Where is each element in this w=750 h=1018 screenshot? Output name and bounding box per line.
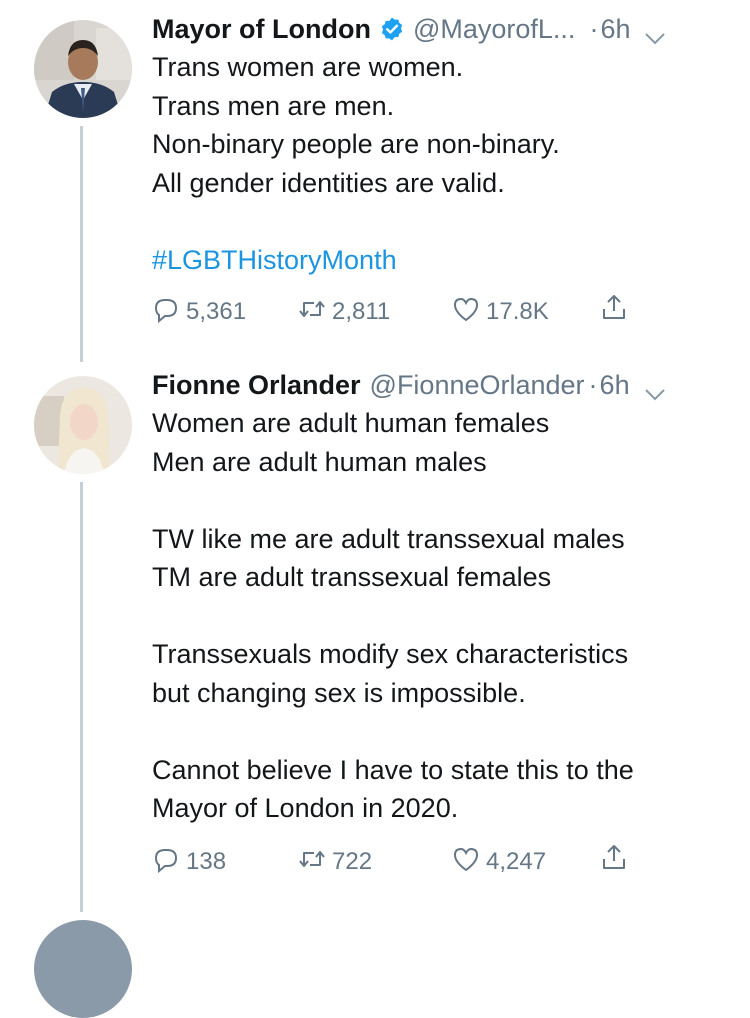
tweet-line: Cannot believe I have to state this to t… — [152, 754, 634, 785]
tweet-line: Women are adult human females — [152, 408, 550, 438]
reply-icon — [152, 845, 180, 880]
retweet-icon — [298, 845, 326, 880]
like-button[interactable]: 4,247 — [452, 844, 546, 880]
share-icon — [600, 843, 628, 878]
handle[interactable]: @FionneOrlander — [370, 370, 585, 401]
share-button[interactable] — [600, 292, 628, 328]
retweet-count: 2,811 — [332, 298, 391, 325]
share-button[interactable] — [600, 842, 628, 878]
tweet-line: Men are adult human males — [152, 446, 487, 477]
tweet-text: Women are adult human females Men are ad… — [152, 404, 732, 828]
chevron-down-icon[interactable] — [644, 378, 666, 401]
tweet-line: TW like me are adult transsexual males — [152, 523, 625, 554]
tweet-line: Trans men are men. — [152, 90, 395, 121]
avatar[interactable] — [34, 920, 132, 1018]
display-name[interactable]: Fionne Orlander — [152, 370, 361, 401]
like-count: 4,247 — [486, 848, 547, 875]
retweet-button[interactable]: 722 — [298, 844, 372, 880]
tweet-line: Transsexuals modify sex characteristics — [152, 639, 629, 669]
verified-badge-icon — [379, 16, 405, 42]
tweet-line: All gender identities are valid. — [152, 167, 505, 198]
timestamp[interactable]: 6h — [600, 370, 630, 401]
separator-dot: · — [588, 369, 598, 400]
avatar[interactable] — [34, 20, 132, 118]
like-count: 17.8K — [486, 298, 549, 325]
reply-button[interactable]: 138 — [152, 844, 226, 880]
tweet-fionne[interactable]: Fionne Orlander @FionneOrlander · 6h Wom… — [0, 356, 750, 916]
retweet-count: 722 — [332, 848, 373, 875]
like-icon — [452, 845, 480, 880]
tweet-line: TM are adult transsexual females — [152, 562, 552, 592]
reply-count: 5,361 — [186, 298, 247, 325]
reply-icon — [152, 295, 180, 330]
hashtag-link[interactable]: #LGBTHistoryMonth — [152, 241, 732, 280]
tweet-header: Mayor of London @MayorofL... · 6h — [152, 10, 732, 48]
separator-dot: · — [589, 13, 599, 44]
tweet-line: but changing sex is impossible. — [152, 677, 526, 708]
tweet-line — [152, 481, 732, 520]
reply-button[interactable]: 5,361 — [152, 294, 246, 330]
tweet-line: Mayor of London in 2020. — [152, 793, 459, 823]
tweet-line: Trans women are women. — [152, 52, 464, 82]
tweet-line: Non-binary people are non-binary. — [152, 129, 560, 159]
tweet-text: Trans women are women. Trans men are men… — [152, 48, 732, 279]
timestamp[interactable]: 6h — [600, 14, 630, 45]
retweet-button[interactable]: 2,811 — [298, 294, 390, 330]
tweet-header: Fionne Orlander @FionneOrlander · 6h — [152, 366, 732, 404]
like-icon — [452, 295, 480, 330]
like-button[interactable]: 17.8K — [452, 294, 549, 330]
tweet-mayor[interactable]: Mayor of London @MayorofL... · 6h Trans … — [0, 0, 750, 350]
retweet-icon — [298, 295, 326, 330]
avatar[interactable] — [34, 376, 132, 474]
tweet-line — [152, 597, 732, 636]
tweet-line — [152, 712, 732, 751]
tweet-line — [152, 202, 732, 241]
handle[interactable]: @MayorofL... — [413, 14, 575, 45]
chevron-down-icon[interactable] — [644, 22, 666, 45]
display-name[interactable]: Mayor of London — [152, 14, 371, 45]
share-icon — [600, 293, 628, 328]
reply-count: 138 — [186, 848, 227, 875]
